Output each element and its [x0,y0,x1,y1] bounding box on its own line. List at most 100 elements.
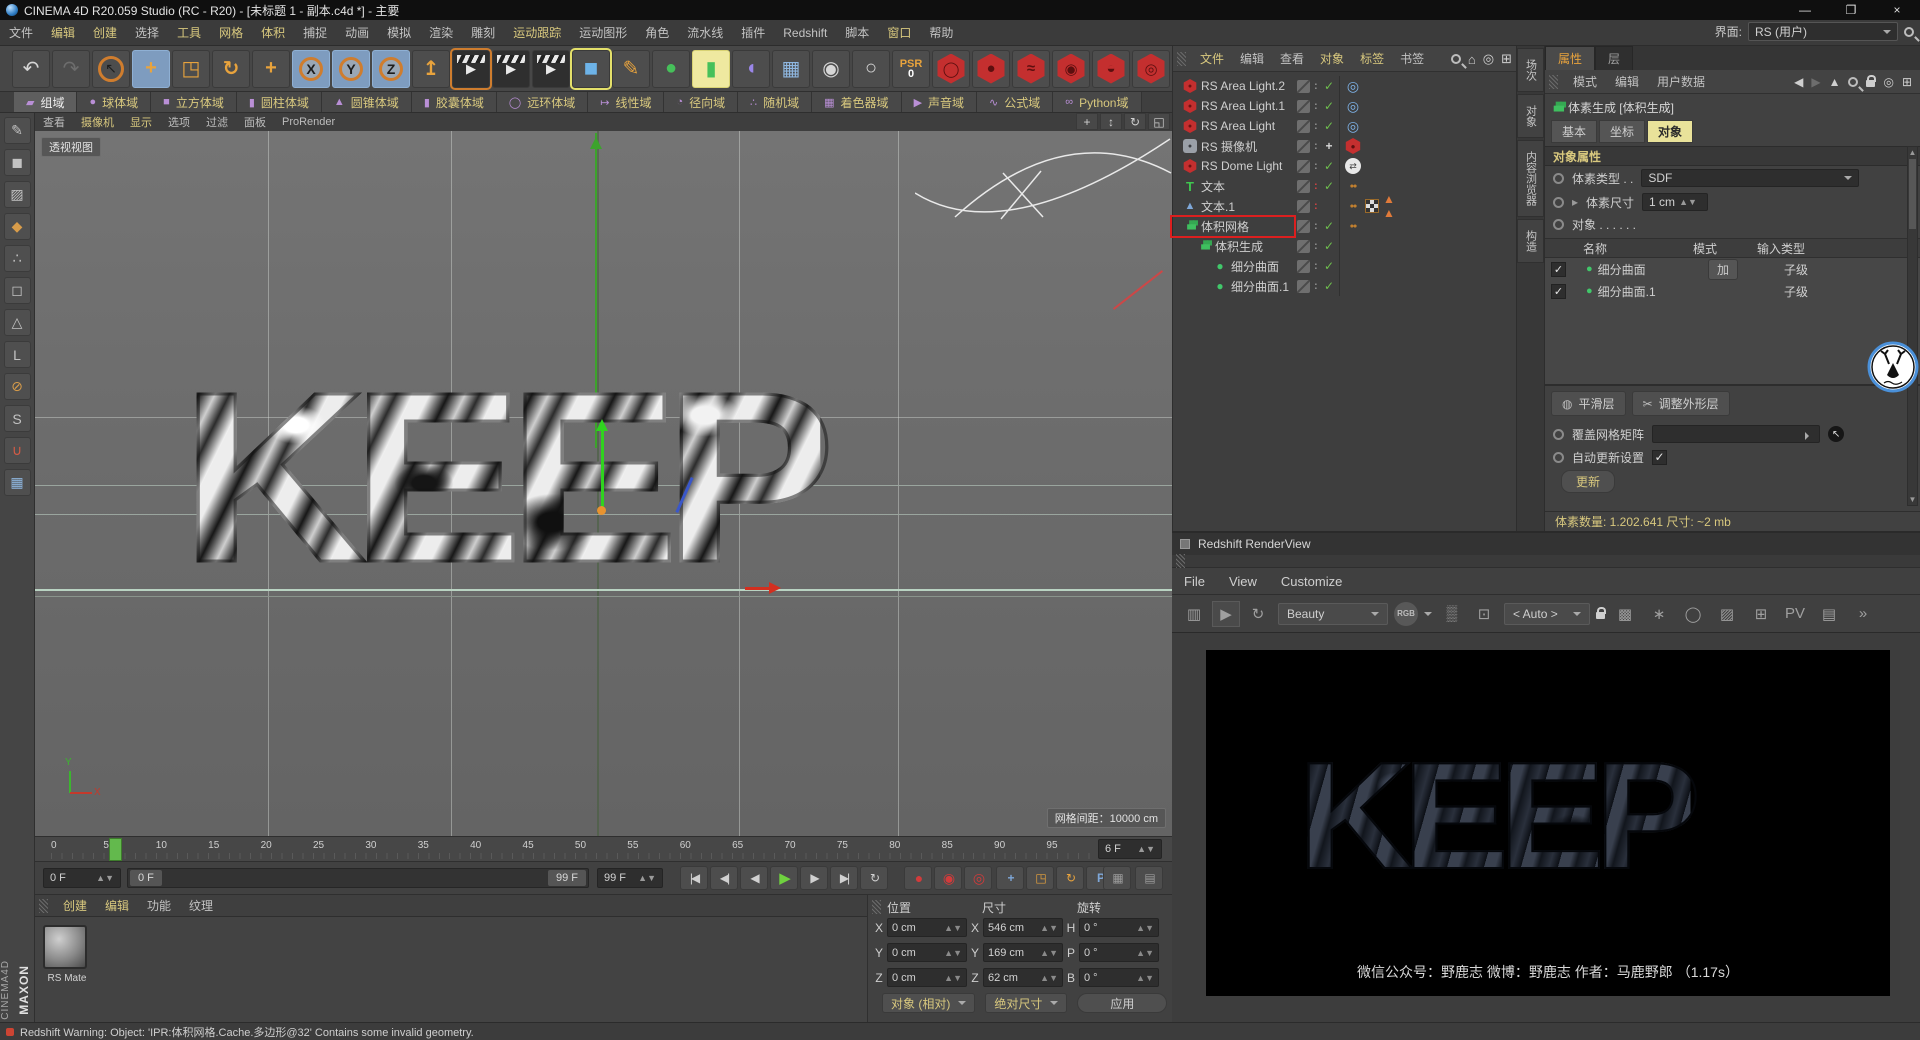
rs-area-light-button[interactable]: ◯ ◯ [932,49,970,88]
object-tag[interactable] [1365,118,1381,134]
object-row[interactable]: + 细分曲面.1 : [1173,276,1516,296]
object-manager-menu-item[interactable]: 查看 [1272,50,1312,67]
material-thumbnail[interactable] [43,925,87,969]
menu-item[interactable]: 体积 [252,24,294,41]
object-name[interactable]: RS Area Light.1 [1201,99,1285,113]
maximize-button[interactable]: ❐ [1828,0,1874,20]
object-tag[interactable] [1365,98,1381,114]
update-button[interactable]: 更新 [1561,470,1616,493]
object-tag[interactable] [1385,238,1401,254]
dock-tab[interactable]: 对象 [1517,94,1544,138]
renderview-menu-item[interactable]: Customize [1269,574,1354,589]
search-icon[interactable] [1904,26,1914,37]
menu-item[interactable]: 工具 [168,24,210,41]
restart-render-icon[interactable]: ↻ [1244,601,1272,627]
render-canvas[interactable]: KEEP 微信公众号：野鹿志 微博：野鹿志 作者：马鹿野郎 （1.17s） [1206,650,1890,996]
object-label[interactable]: RS Area Light.1 [1173,99,1293,113]
timeline-mode-button[interactable]: ▤ [1135,866,1163,890]
rotate-button[interactable]: ↻ ↻ [212,49,250,88]
lock-y-button[interactable]: Y Y [332,49,370,88]
size-input[interactable]: 169 cm ▲▼ [983,943,1063,962]
view-label-badge[interactable]: 透视视图 [41,137,101,157]
menu-item[interactable]: 运动图形 [570,24,636,41]
viewport-menu-item[interactable]: 显示 [122,114,160,130]
menu-item[interactable]: 创建 [84,24,126,41]
object-tag[interactable] [1365,258,1381,274]
object-tag[interactable] [1365,158,1381,174]
panel-grip[interactable] [872,900,881,914]
texture-mode-button[interactable]: ▨ [3,181,31,208]
object-tag[interactable] [1345,158,1361,174]
rotation-input[interactable]: 0 ° ▲▼ [1079,943,1159,962]
menu-item[interactable]: 动画 [336,24,378,41]
object-tag[interactable] [1385,218,1401,234]
snapshot-slot-select[interactable]: < Auto > [1504,602,1590,625]
back-icon[interactable]: ◀ [1794,75,1803,89]
next-frame-button[interactable]: ▶ [800,866,828,890]
apply-button[interactable]: 应用 [1077,993,1168,1013]
layer-button[interactable]: ◍ 平滑层 [1551,391,1626,416]
close-button[interactable]: × [1874,0,1920,20]
object-name[interactable]: 体积生成 [1215,238,1263,255]
timeline-playhead[interactable] [109,838,122,861]
rs-material-button[interactable]: ◎ ◎ [1132,49,1170,88]
object-manager-menu-item[interactable]: 编辑 [1232,50,1272,67]
position-input[interactable]: 0 cm ▲▼ [887,943,967,962]
material-menu-item[interactable]: 功能 [138,897,180,914]
enable-toggle[interactable] [1297,219,1310,233]
object-name[interactable]: 文本.1 [1201,198,1235,215]
position-mode-select[interactable]: 对象 (相对) [882,993,976,1013]
menu-item[interactable]: 帮助 [920,24,962,41]
enable-toggle[interactable] [1297,79,1310,93]
section-header[interactable]: 对象属性 [1545,146,1920,166]
keyframe-circle[interactable] [1553,218,1564,230]
size-mode-select[interactable]: 绝对尺寸 [985,993,1068,1013]
target-icon[interactable]: ◎ [1883,75,1893,89]
attribute-panel-tab[interactable]: 属性 [1545,46,1596,70]
object-label[interactable]: RS Area Light.2 [1173,79,1293,93]
object-tag[interactable] [1385,98,1401,114]
aov-select[interactable]: Beauty [1278,602,1388,625]
loop-button[interactable]: ↻ [860,866,888,890]
enable-toggle[interactable] [1297,99,1310,113]
object-tag[interactable] [1365,238,1381,254]
keyframe-circle[interactable] [1553,428,1564,440]
row-checkbox[interactable]: ✓ [1551,283,1566,299]
object-row[interactable]: - 体积网格 : [1170,214,1516,238]
search-icon[interactable] [1450,52,1461,67]
spline-pen-button[interactable]: ✎ ✎ [612,49,650,88]
layer-button[interactable]: ✂ 调整外形层 [1631,391,1730,416]
panel-grip[interactable] [39,898,48,913]
menu-item[interactable]: 模拟 [378,24,420,41]
object-name[interactable]: RS 摄像机 [1201,138,1257,155]
voxel-type-select[interactable]: SDF [1641,169,1860,187]
render-view-button[interactable]: ▶ ▶ [450,47,492,90]
interface-select[interactable]: RS (用户) [1748,22,1898,41]
mode-select[interactable]: 加 [1708,258,1739,280]
viewport-menu-item[interactable]: 选项 [160,114,198,130]
enable-toggle[interactable] [1297,119,1310,133]
object-label[interactable]: + 细分曲面.1 [1173,278,1293,295]
object-tag[interactable] [1345,238,1361,254]
range-end-field[interactable]: 99 F ▲▼ [597,868,663,888]
enabled-check[interactable] [1322,219,1336,233]
menu-item[interactable]: Redshift [774,26,836,40]
pv-icon[interactable]: PV [1781,601,1809,627]
field-tab[interactable]: ∿ 公式域 [977,92,1054,112]
dock-tab[interactable]: 构造 [1517,219,1544,263]
field-tab[interactable]: ● 球体域 [77,92,152,112]
range-slider-start[interactable]: 0 F [130,870,162,886]
search-icon[interactable] [1848,76,1859,87]
enabled-check[interactable] [1322,239,1336,253]
menu-item[interactable]: 雕刻 [462,24,504,41]
viewport-keep-text[interactable]: KEEP [179,355,837,601]
panel-grip[interactable] [1549,74,1558,89]
position-input[interactable]: 0 cm ▲▼ [887,968,967,987]
attribute-tab[interactable]: 基本 [1551,119,1598,143]
menu-item[interactable]: 运动跟踪 [504,24,570,41]
axis-mode-button[interactable]: L [3,341,31,368]
voxel-size-input[interactable]: 1 cm ▲▼ [1642,193,1709,211]
renderview-title-bar[interactable]: Redshift RenderView [1172,533,1920,555]
record-scale-button[interactable]: ◳ [1026,866,1054,890]
visibility-dots[interactable]: : [1314,281,1318,292]
